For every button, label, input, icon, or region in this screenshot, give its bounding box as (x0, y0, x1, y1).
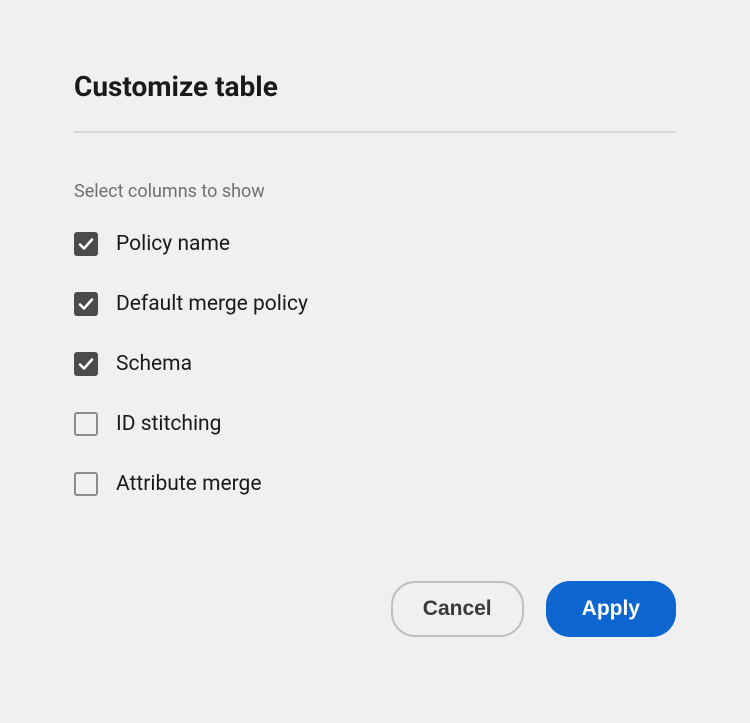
checkbox-list: Policy name Default merge policy Schema … (74, 232, 676, 496)
check-icon (78, 236, 94, 252)
checkbox-policy-name[interactable] (74, 232, 98, 256)
checkbox-row-schema[interactable]: Schema (74, 352, 676, 376)
checkbox-row-default-merge-policy[interactable]: Default merge policy (74, 292, 676, 316)
checkbox-row-policy-name[interactable]: Policy name (74, 232, 676, 256)
checkbox-label: Attribute merge (116, 472, 261, 496)
checkbox-attribute-merge[interactable] (74, 472, 98, 496)
checkbox-label: Default merge policy (116, 292, 308, 316)
checkbox-row-attribute-merge[interactable]: Attribute merge (74, 472, 676, 496)
checkbox-default-merge-policy[interactable] (74, 292, 98, 316)
check-icon (78, 296, 94, 312)
checkbox-label: ID stitching (116, 412, 221, 436)
check-icon (78, 356, 94, 372)
checkbox-row-id-stitching[interactable]: ID stitching (74, 412, 676, 436)
checkbox-id-stitching[interactable] (74, 412, 98, 436)
dialog-title: Customize table (74, 70, 676, 103)
divider (74, 131, 676, 133)
checkbox-schema[interactable] (74, 352, 98, 376)
button-row: Cancel Apply (74, 581, 676, 637)
cancel-button[interactable]: Cancel (391, 581, 524, 637)
section-label: Select columns to show (74, 181, 676, 202)
apply-button[interactable]: Apply (546, 581, 676, 637)
checkbox-label: Schema (116, 352, 192, 376)
customize-table-dialog: Customize table Select columns to show P… (74, 70, 676, 637)
checkbox-label: Policy name (116, 232, 230, 256)
